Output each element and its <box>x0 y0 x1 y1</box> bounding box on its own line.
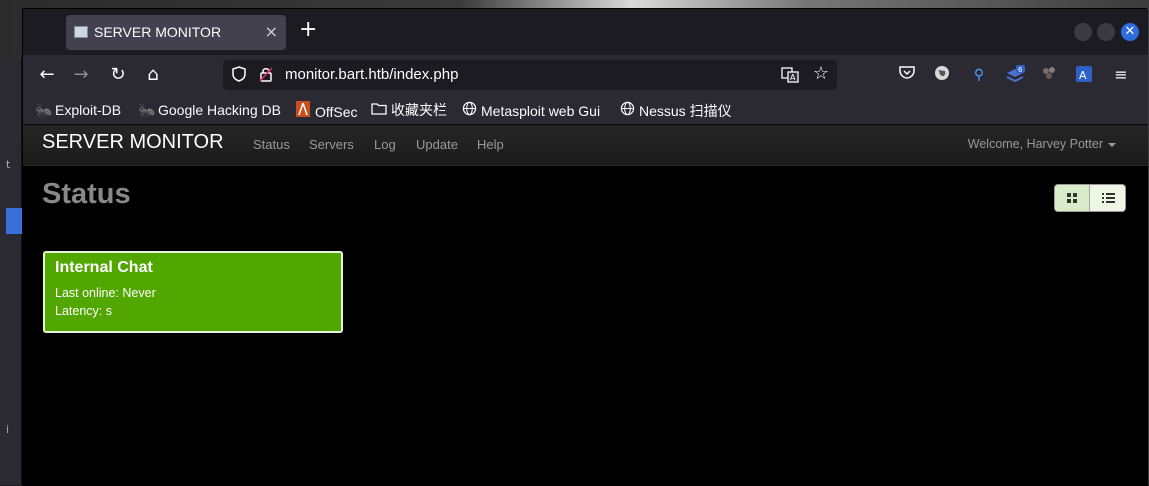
tab-title: SERVER MONITOR <box>94 24 222 40</box>
nav-log[interactable]: Log <box>374 137 396 152</box>
bookmarks-toolbar: 🐜 Exploit-DB 🐜 Google Hacking DB OffSec 收藏… <box>23 95 1148 125</box>
side-glyph: t <box>6 158 11 171</box>
nav-servers[interactable]: Servers <box>309 137 354 152</box>
grid-icon <box>1067 193 1077 203</box>
globe-icon <box>619 101 635 120</box>
foxyproxy-key-icon[interactable]: ⚲ <box>969 65 989 85</box>
maximize-button[interactable] <box>1097 23 1115 41</box>
app-navbar: SERVER MONITOR Status Servers Log Update… <box>23 126 1148 166</box>
svg-text:A: A <box>1079 69 1087 82</box>
bookmark-label: Nessus 扫描仪 <box>639 103 732 119</box>
view-toggle <box>1054 184 1126 212</box>
user-menu[interactable]: Welcome, Harvey Potter <box>968 137 1116 151</box>
shield-icon[interactable] <box>232 66 246 82</box>
app-brand[interactable]: SERVER MONITOR <box>42 131 224 154</box>
bookmark-google-hacking-db[interactable]: 🐜 Google Hacking DB <box>138 101 281 119</box>
translate-icon[interactable]: A <box>781 66 799 84</box>
exploit-db-icon: 🐜 <box>35 102 53 118</box>
hamburger-menu-icon[interactable]: ≡ <box>1111 65 1131 85</box>
web-page: SERVER MONITOR Status Servers Log Update… <box>23 126 1148 486</box>
nav-status[interactable]: Status <box>253 137 290 152</box>
home-icon[interactable]: ⌂ <box>141 63 165 87</box>
bookmark-folder[interactable]: 收藏夹栏 <box>371 101 447 119</box>
url-text[interactable]: monitor.bart.htb/index.php <box>285 66 458 83</box>
offsec-icon <box>295 101 311 121</box>
svg-text:A: A <box>790 73 796 82</box>
page-title: Status <box>42 178 131 210</box>
minimize-button[interactable] <box>1074 23 1092 41</box>
tab-bar: SERVER MONITOR × + ✕ <box>23 9 1148 55</box>
reload-icon[interactable]: ↻ <box>106 63 130 87</box>
caret-down-icon <box>1108 142 1116 147</box>
forward-arrow-icon[interactable]: → <box>69 63 93 87</box>
new-tab-button[interactable]: + <box>299 19 317 41</box>
extension-badge-count: 6 <box>1018 66 1023 74</box>
bookmark-metasploit[interactable]: Metasploit web Gui <box>461 101 600 119</box>
bookmark-label: Google Hacking DB <box>158 102 281 118</box>
wappalyzer-icon[interactable]: 6 <box>1005 65 1025 85</box>
browser-tab[interactable]: SERVER MONITOR × <box>66 15 286 50</box>
folder-icon <box>371 101 387 119</box>
translate-extension-icon[interactable]: A <box>1074 65 1094 85</box>
grid-view-button[interactable] <box>1055 185 1090 211</box>
nav-update[interactable]: Update <box>416 137 458 152</box>
list-icon <box>1102 193 1115 203</box>
bookmark-label: 收藏夹栏 <box>391 102 447 118</box>
back-arrow-icon[interactable]: ← <box>35 63 59 87</box>
page-favicon-icon <box>74 26 88 38</box>
pocket-icon[interactable] <box>897 65 917 85</box>
list-view-button[interactable] <box>1091 185 1125 211</box>
bookmark-nessus[interactable]: Nessus 扫描仪 <box>619 101 732 119</box>
last-online-text: Last online: Never <box>55 286 156 300</box>
bookmark-label: Exploit-DB <box>55 102 122 118</box>
bookmark-exploit-db[interactable]: 🐜 Exploit-DB <box>35 101 121 119</box>
welcome-text: Welcome, Harvey Potter <box>967 137 1103 151</box>
bookmark-label: OffSec <box>315 104 358 120</box>
server-name: Internal Chat <box>55 259 153 276</box>
browser-window: SERVER MONITOR × + ✕ ← → ↻ ⌂ monitor.bar… <box>22 8 1148 486</box>
globe-extension-icon[interactable] <box>932 65 952 85</box>
desktop-side-panel: t i <box>0 58 22 485</box>
side-highlight <box>6 208 22 234</box>
server-status-card[interactable]: Internal Chat Last online: Never Latency… <box>43 251 343 333</box>
insecure-lock-icon[interactable] <box>259 66 273 82</box>
side-glyph: i <box>6 423 10 436</box>
bookmark-label: Metasploit web Gui <box>481 103 601 119</box>
ghdb-icon: 🐜 <box>138 102 156 118</box>
bookmark-star-icon[interactable]: ☆ <box>813 63 829 84</box>
tab-close-icon[interactable]: × <box>265 22 278 41</box>
address-bar[interactable]: monitor.bart.htb/index.php A ☆ <box>223 60 837 90</box>
bookmark-offsec[interactable]: OffSec <box>295 101 358 121</box>
latency-text: Latency: s <box>55 304 112 318</box>
close-window-button[interactable]: ✕ <box>1121 23 1139 41</box>
cookie-extension-icon[interactable] <box>1039 65 1059 85</box>
globe-icon <box>461 101 477 120</box>
navigation-toolbar: ← → ↻ ⌂ monitor.bart.htb/index.php A ☆ ⚲… <box>23 55 1148 95</box>
nav-help[interactable]: Help <box>477 137 504 152</box>
